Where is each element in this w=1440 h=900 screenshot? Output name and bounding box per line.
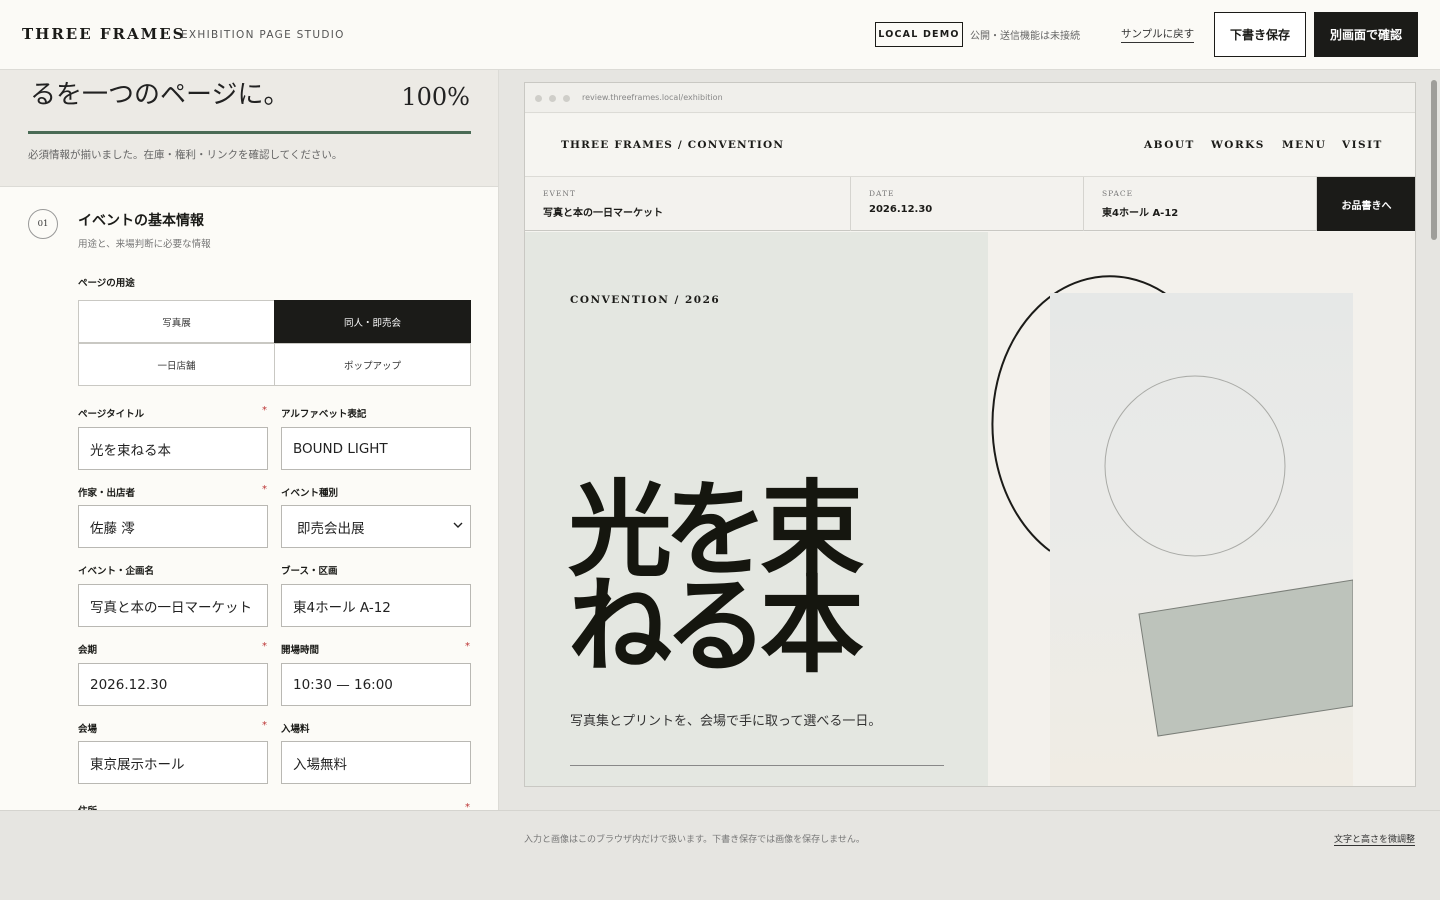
- publish-disabled-note: 公開・送信機能は未接続: [970, 31, 1080, 42]
- privacy-note: 入力と画像はこのブラウザ内だけで扱います。下書き保存では画像を保存しません。: [524, 835, 865, 845]
- editor-panel: るを一つのページに。 100% 必須情報が揃いました。在庫・権利・リンクを確認し…: [0, 70, 499, 810]
- progress-card: るを一つのページに。 100% 必須情報が揃いました。在庫・権利・リンクを確認し…: [0, 70, 498, 187]
- section-number: 01: [28, 209, 58, 239]
- required-mark: *: [262, 720, 267, 731]
- hours-label: 開場時間: [281, 645, 320, 656]
- scrollbar[interactable]: [1428, 70, 1440, 810]
- purpose-option-one-day-shop[interactable]: 一日店舗: [78, 343, 275, 386]
- required-mark: *: [262, 405, 267, 416]
- event-name-label: イベント・企画名: [78, 566, 155, 577]
- venue-label: 会場: [78, 724, 98, 735]
- venue-input[interactable]: 東京展示ホール: [78, 741, 268, 784]
- booth-label: ブース・区画: [281, 566, 338, 577]
- purpose-option-doujin-market[interactable]: 同人・即売会: [274, 300, 471, 343]
- progress-note: 必須情報が揃いました。在庫・権利・リンクを確認してください。: [28, 149, 343, 161]
- date-input[interactable]: 2026.12.30: [78, 663, 268, 706]
- paper-shape-icon: [1138, 579, 1354, 737]
- event-type-select[interactable]: 即売会出展: [281, 505, 471, 548]
- event-name-input[interactable]: 写真と本の一日マーケット: [78, 584, 268, 627]
- local-demo-badge: LOCAL DEMO: [875, 22, 963, 47]
- section-title: イベントの基本情報: [78, 213, 204, 229]
- top-bar: THREE FRAMES EXHIBITION PAGE STUDIO LOCA…: [0, 0, 1440, 70]
- page-title-label: ページタイトル: [78, 409, 145, 420]
- event-type-value: 即売会出展: [297, 520, 365, 537]
- fee-label: 入場料: [281, 724, 310, 735]
- fine-tune-link[interactable]: 文字と高さを微調整: [1334, 832, 1416, 846]
- hours-input[interactable]: 10:30 — 16:00: [281, 663, 471, 706]
- scrollbar-thumb[interactable]: [1431, 80, 1437, 240]
- reset-sample-link[interactable]: サンプルに戻す: [1121, 26, 1195, 43]
- fee-input[interactable]: 入場無料: [281, 741, 471, 784]
- chevron-down-icon: [453, 522, 463, 528]
- open-preview-button[interactable]: 別画面で確認: [1314, 12, 1418, 57]
- required-mark: *: [262, 484, 267, 495]
- brand-logo[interactable]: THREE FRAMES: [22, 25, 186, 43]
- purpose-option-popup[interactable]: ポップアップ: [274, 343, 471, 386]
- page-title-input[interactable]: 光を束ねる本: [78, 427, 268, 470]
- save-draft-button[interactable]: 下書き保存: [1214, 12, 1306, 57]
- purpose-option-photo-exhibition[interactable]: 写真展: [78, 300, 275, 343]
- progress-percent: 100%: [401, 83, 470, 111]
- address-label: 住所: [78, 803, 97, 810]
- purpose-label: ページの用途: [78, 278, 135, 289]
- required-mark: *: [465, 802, 470, 810]
- section-subtitle: 用途と、来場判断に必要な情報: [78, 239, 211, 250]
- author-label: 作家・出店者: [78, 488, 136, 499]
- required-mark: *: [465, 641, 470, 652]
- alphabet-input[interactable]: BOUND LIGHT: [281, 427, 471, 470]
- brand-subtitle: EXHIBITION PAGE STUDIO: [181, 29, 345, 41]
- live-preview-window: review.threeframes.local/exhibition THRE…: [524, 82, 1416, 787]
- booth-input[interactable]: 東4ホール A-12: [281, 584, 471, 627]
- alphabet-label: アルファベット表記: [281, 409, 367, 420]
- progress-bar: [28, 131, 471, 134]
- event-type-label: イベント種別: [281, 488, 339, 499]
- date-label: 会期: [78, 645, 98, 656]
- hero-photo: [1050, 293, 1354, 786]
- footer-bar: 入力と画像はこのブラウザ内だけで扱います。下書き保存では画像を保存しません。 文…: [0, 810, 1440, 900]
- photo-content: [1104, 375, 1354, 737]
- circle-shape-icon: [1104, 375, 1286, 557]
- progress-heading: るを一つのページに。: [30, 80, 290, 110]
- author-input[interactable]: 佐藤 澪: [78, 505, 268, 548]
- progress-bar-fill: [28, 131, 471, 134]
- required-mark: *: [262, 641, 267, 652]
